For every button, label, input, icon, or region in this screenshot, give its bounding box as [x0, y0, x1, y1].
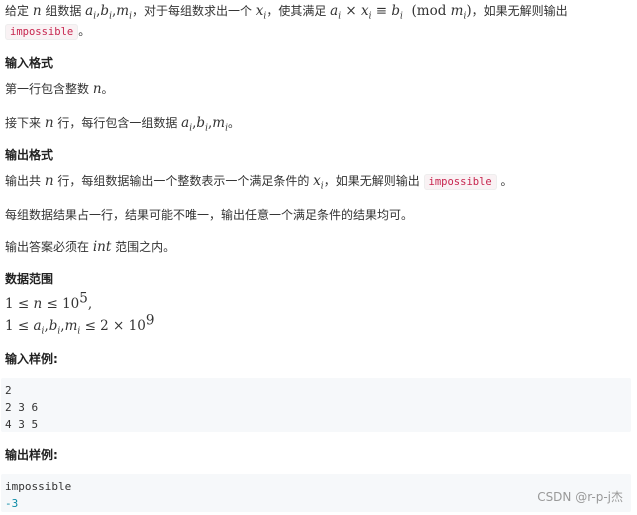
- sample-input-block: 2 2 3 6 4 3 5: [1, 378, 631, 432]
- output-format-line-1: 输出共 n 行，每组数据输出一个整数表示一个满足条件的 xi，如果无解则输出 i…: [5, 172, 513, 191]
- congruence-formula: ai × xi ≡ bi (mod mi): [330, 3, 472, 22]
- text: 。: [496, 174, 513, 188]
- text: 接下来: [5, 116, 45, 130]
- sample-output-heading: 输出样例:: [5, 448, 58, 462]
- var-int: int: [92, 239, 112, 255]
- text: 行，每组数据输出一个整数表示一个满足条件的: [53, 174, 314, 188]
- var-n: n: [44, 173, 54, 189]
- text: 输出答案必须在: [5, 240, 93, 254]
- var-x: xi: [255, 3, 267, 22]
- sample-input-heading: 输入样例:: [5, 352, 58, 366]
- code-line: 2 3 6: [5, 401, 39, 414]
- csdn-watermark: CSDN @r-p-j杰: [537, 490, 623, 504]
- text: ，如果无解则输出: [323, 174, 424, 188]
- intro-text: ，使其满足: [266, 4, 331, 18]
- range-formula-2: 1 ≤ ai,bi,mi ≤ 2 × 109: [5, 312, 155, 337]
- intro-text: 组数据: [41, 4, 86, 18]
- intro-text: 给定: [5, 4, 33, 18]
- input-format-line-2: 接下来 n 行，每行包含一组数据 ai,bi,mi。: [5, 114, 240, 134]
- data-range-heading: 数据范围: [5, 272, 54, 286]
- range-formula-1: 1 ≤ n ≤ 105,: [5, 290, 93, 312]
- intro-text: ，对于每组数求出一个: [131, 4, 256, 18]
- code-line: -3: [5, 497, 19, 510]
- text: 范围之内。: [111, 240, 176, 254]
- input-format-line-1: 第一行包含整数 n。: [5, 80, 114, 98]
- impossible-code-tag: impossible: [5, 24, 79, 40]
- intro-line-1: 给定 n 组数据 ai,bi,mi，对于每组数求出一个 xi，使其满足 ai ×…: [5, 2, 568, 22]
- text: 。: [227, 116, 240, 130]
- text: 行，每行包含一组数据: [53, 116, 182, 130]
- output-format-line-2: 每组数据结果占一行，结果可能不唯一，输出任意一个满足条件的结果均可。: [5, 208, 414, 222]
- code-line: impossible: [5, 480, 72, 493]
- text: 输出共: [5, 174, 45, 188]
- var-n: n: [32, 3, 42, 19]
- var-x: xi: [313, 173, 324, 192]
- code-line: 2: [5, 384, 12, 397]
- code-line: 4 3 5: [5, 418, 39, 431]
- output-format-line-3: 输出答案必须在 int 范围之内。: [5, 238, 175, 256]
- var-n: n: [92, 81, 102, 97]
- range-line-1: 1 ≤ n ≤ 105,: [5, 290, 93, 314]
- sample-input-code: 2 2 3 6 4 3 5: [1, 378, 631, 432]
- text: 第一行包含整数: [5, 82, 93, 96]
- range-line-2: 1 ≤ ai,bi,mi ≤ 2 × 109: [5, 312, 155, 337]
- impossible-code-tag: impossible: [423, 174, 497, 190]
- output-format-heading: 输出格式: [5, 148, 54, 162]
- intro-text: ，如果无解则输出: [471, 4, 568, 18]
- var-abm: ai,bi,mi: [85, 3, 132, 22]
- intro-line-2: impossible。: [5, 22, 90, 41]
- text: 。: [101, 82, 114, 96]
- var-abm: ai,bi,mi: [181, 115, 228, 134]
- intro-end: 。: [78, 24, 91, 38]
- var-n: n: [44, 115, 54, 131]
- input-format-heading: 输入格式: [5, 56, 54, 70]
